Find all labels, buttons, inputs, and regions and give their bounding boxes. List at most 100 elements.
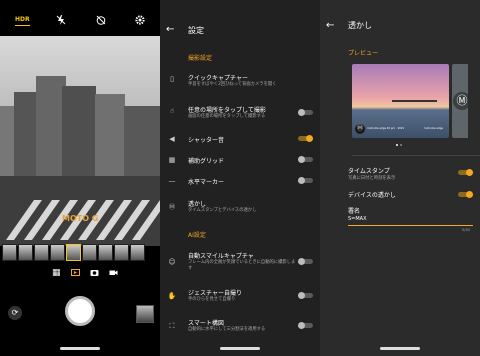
filter-thumbnail[interactable] bbox=[130, 244, 145, 261]
signature-underline bbox=[348, 225, 473, 226]
timestamp-row[interactable]: タイムスタンプ 写真に日付と時刻を表示 bbox=[320, 166, 480, 186]
page-title: 透かし bbox=[348, 21, 372, 30]
level-toggle[interactable] bbox=[298, 177, 313, 184]
setting-title: 自動スマイルキャプチャ bbox=[188, 253, 254, 260]
setting-title: スマート構図 bbox=[188, 320, 224, 327]
tap-capture-toggle[interactable] bbox=[298, 109, 313, 116]
filter-thumbnail[interactable] bbox=[98, 244, 113, 261]
carousel-dot-active bbox=[396, 144, 398, 146]
preview-image-next[interactable]: Ⓜ bbox=[452, 64, 468, 138]
building bbox=[14, 92, 38, 176]
settings-panel: ← 設定 撮影設定 ▯ クイックキャプチャー 手首をすばやく2回ひねって背面カメ… bbox=[160, 0, 320, 356]
back-arrow-icon[interactable]: ← bbox=[166, 24, 174, 35]
preview-caption-right: motorola edge bbox=[424, 127, 443, 130]
camera-top-bar: HDR bbox=[0, 0, 160, 36]
home-indicator bbox=[380, 347, 420, 350]
home-indicator bbox=[220, 347, 260, 350]
viewfinder-photo[interactable]: MOTO G bbox=[0, 36, 160, 246]
camera-viewfinder-panel: HDR MOTO G ▦ ⟳ bbox=[0, 0, 160, 356]
setting-shutter-sound[interactable]: ◀ シャッター音 bbox=[160, 134, 320, 148]
setting-subtitle: 手首をすばやく2回ひねって背面カメラを開く bbox=[188, 82, 277, 87]
setting-subtitle: 自動的に水平にして三分割法を適用する bbox=[188, 327, 266, 332]
timestamp-toggle[interactable] bbox=[458, 169, 473, 176]
flash-off-icon[interactable] bbox=[56, 15, 66, 28]
switch-camera-icon[interactable]: ⟳ bbox=[8, 306, 22, 320]
filter-thumbnail-selected[interactable] bbox=[66, 244, 81, 261]
shutter-button[interactable] bbox=[65, 296, 95, 326]
building bbox=[62, 86, 96, 176]
grid-icon: ▦ bbox=[168, 156, 176, 164]
setting-grid[interactable]: ▦ 補助グリッド bbox=[160, 155, 320, 169]
page-title: 設定 bbox=[188, 26, 204, 35]
setting-quick-capture[interactable]: ▯ クイックキャプチャー 手首をすばやく2回ひねって背面カメラを開く bbox=[160, 72, 320, 100]
setting-smile-capture[interactable]: ☺ 自動スマイルキャプチャ フレーム内の全員が笑顔でいるときに自動的に撮影します bbox=[160, 250, 320, 278]
setting-title: 透かし bbox=[188, 201, 207, 208]
setting-watermark[interactable]: Ⓜ 透かし タイムスタンプとデバイスの透かし bbox=[160, 198, 320, 222]
device-watermark-row[interactable]: デバイスの透かし bbox=[320, 190, 480, 202]
setting-gesture-selfie[interactable]: ✋ ジェスチャー自撮り 手のひらを見せて自撮り bbox=[160, 287, 320, 311]
divider bbox=[352, 155, 480, 156]
motorola-logo-icon: Ⓜ bbox=[355, 124, 365, 134]
smile-frame-icon: ☺ bbox=[168, 258, 176, 266]
setting-title: ジェスチャー自撮り bbox=[188, 290, 242, 297]
setting-level-marker[interactable]: — 水平マーカー bbox=[160, 176, 320, 190]
hdr-icon[interactable]: HDR bbox=[15, 15, 30, 26]
motorola-logo-icon: Ⓜ bbox=[453, 92, 468, 110]
settings-gear-icon[interactable] bbox=[135, 15, 145, 28]
crosswalk-road bbox=[0, 176, 160, 246]
last-photo-thumbnail[interactable] bbox=[136, 305, 154, 323]
preview-image: Ⓜ motorola edge 20 pro · 2021 motorola e… bbox=[352, 64, 449, 138]
device-watermark-title: デバイスの透かし bbox=[348, 192, 396, 199]
viewfinder-watermark: MOTO G bbox=[62, 214, 99, 223]
slideshow-icon[interactable] bbox=[70, 268, 80, 280]
filter-thumbnail[interactable] bbox=[82, 244, 97, 261]
composition-icon: ⛶ bbox=[169, 322, 175, 330]
filter-thumbnail[interactable] bbox=[2, 244, 17, 261]
setting-subtitle: 画面の任意の場所をタップして撮影する bbox=[188, 114, 266, 119]
grid-icon[interactable]: ▦ bbox=[52, 268, 61, 280]
setting-tap-to-capture[interactable]: ☝ 任意の場所をタップして撮影 画面の任意の場所をタップして撮影する bbox=[160, 104, 320, 132]
video-icon[interactable] bbox=[109, 268, 118, 280]
mode-selector[interactable]: ▦ bbox=[52, 268, 118, 280]
watermark-preview-carousel[interactable]: Ⓜ motorola edge 20 pro · 2021 motorola e… bbox=[352, 64, 468, 138]
touch-icon: ☝ bbox=[169, 107, 175, 115]
settings-header: ← 設定 bbox=[160, 0, 320, 62]
device-watermark-toggle[interactable] bbox=[458, 191, 473, 198]
home-indicator bbox=[60, 347, 100, 350]
timer-off-icon[interactable] bbox=[96, 15, 106, 28]
setting-smart-composition[interactable]: ⛶ スマート構図 自動的に水平にして三分割法を適用する bbox=[160, 317, 320, 341]
filter-thumbnail[interactable] bbox=[34, 244, 49, 261]
shutter-sound-toggle[interactable] bbox=[298, 135, 313, 142]
level-icon: — bbox=[168, 177, 176, 185]
motorola-logo-icon: Ⓜ bbox=[168, 204, 175, 211]
gesture-selfie-toggle[interactable] bbox=[298, 292, 313, 299]
pier bbox=[392, 100, 437, 102]
setting-title: クイックキャプチャー bbox=[188, 75, 248, 82]
section-header-ai: AI設定 bbox=[188, 232, 206, 239]
camera-icon[interactable] bbox=[90, 268, 99, 280]
filter-thumbnail[interactable] bbox=[114, 244, 129, 261]
smile-capture-toggle[interactable] bbox=[298, 258, 313, 265]
filter-thumbnail[interactable] bbox=[18, 244, 33, 261]
setting-title: 水平マーカー bbox=[188, 179, 225, 186]
carousel-dot bbox=[400, 144, 402, 146]
preview-caption-left: motorola edge 20 pro · 2021 bbox=[367, 127, 405, 130]
grid-toggle[interactable] bbox=[298, 156, 313, 163]
filter-strip[interactable] bbox=[0, 244, 160, 264]
preview-label: プレビュー bbox=[348, 50, 379, 57]
capture-controls: ⟳ bbox=[0, 296, 160, 344]
signature-input[interactable]: S=MAX bbox=[348, 216, 367, 222]
building bbox=[95, 94, 125, 176]
back-arrow-icon[interactable]: ← bbox=[326, 20, 334, 31]
setting-subtitle: フレーム内の全員が笑顔でいるときに自動的に撮影します bbox=[188, 260, 296, 271]
setting-title: 補助グリッド bbox=[188, 158, 225, 165]
section-header-capture: 撮影設定 bbox=[188, 55, 213, 62]
setting-title: シャッター音 bbox=[188, 137, 225, 144]
building bbox=[124, 106, 160, 176]
smart-composition-toggle[interactable] bbox=[298, 322, 313, 329]
carousel-dots bbox=[396, 144, 402, 146]
setting-subtitle: タイムスタンプとデバイスの透かし bbox=[188, 208, 257, 213]
signature-label: 署名 bbox=[348, 208, 361, 215]
setting-title: 任意の場所をタップして撮影 bbox=[188, 107, 266, 114]
filter-thumbnail[interactable] bbox=[50, 244, 65, 261]
